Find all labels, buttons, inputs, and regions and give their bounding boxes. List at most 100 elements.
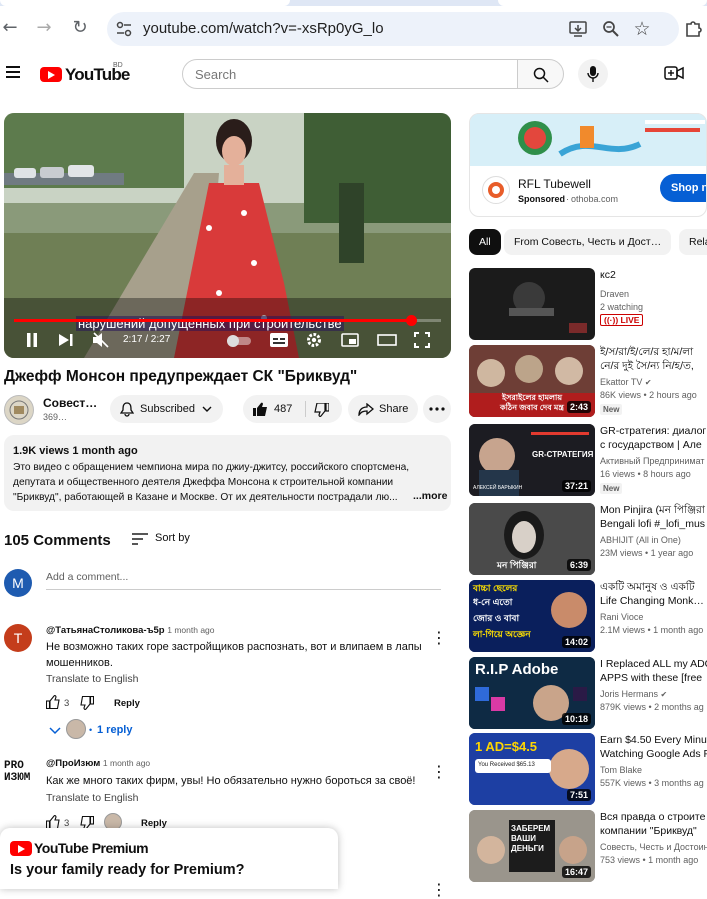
comment-avatar[interactable]: T (4, 624, 32, 652)
ad-banner-image[interactable] (470, 114, 706, 166)
comment-like-icon[interactable] (46, 815, 60, 829)
recommendation-item[interactable]: মন পিঞ্জিরা 6:39 Mon Pinjira (মন পিঞ্জির… (469, 503, 707, 575)
forward-icon[interactable]: → (30, 14, 58, 42)
browser-tab[interactable] (498, 0, 707, 6)
video-thumbnail[interactable]: R.I.P Adobe 10:18 (469, 657, 595, 729)
view-replies-button[interactable]: 1 reply (97, 724, 132, 736)
miniplayer-icon[interactable] (341, 333, 359, 347)
voice-search-button[interactable] (578, 59, 608, 89)
mute-icon[interactable] (92, 332, 110, 348)
comment-like-icon[interactable] (46, 695, 60, 709)
pause-icon[interactable] (26, 333, 38, 347)
dislike-icon[interactable] (314, 403, 329, 417)
subscribed-button[interactable]: Subscribed (110, 395, 223, 423)
recommendation-channel[interactable]: Draven (600, 289, 629, 299)
menu-icon[interactable] (6, 66, 20, 81)
recommendation-title[interactable]: একটি অমানুষ ও একটি Life Changing Monk… (600, 580, 707, 608)
recommendation-item[interactable]: ইসরাইলের হামলায় কঠিন জবাব দেব মন্ত্র 2:… (469, 345, 707, 417)
video-thumbnail[interactable]: 1 AD=$4.5 You Received $65.13 7:51 (469, 733, 595, 805)
active-tab[interactable] (0, 0, 290, 6)
recommendation-title[interactable]: Earn $4.50 Every Minut Watching Google A… (600, 733, 707, 761)
video-thumbnail[interactable]: ইসরাইলের হামলায় কঠিন জবাব দেব মন্ত্র 2:… (469, 345, 595, 417)
channel-label[interactable]: Ekattor TV (600, 377, 642, 387)
youtube-logo[interactable]: YouTube BD (40, 62, 130, 84)
bookmark-star-icon[interactable]: ☆ (632, 20, 652, 39)
recommendation-item[interactable]: ЗАБЕРЕМ ВАШИ ДЕНЬГИ 16:47 Вся правда о с… (469, 810, 707, 882)
channel-label[interactable]: Joris Hermans (600, 689, 658, 699)
recommendation-channel[interactable]: Joris Hermans ✔ (600, 689, 667, 699)
author-handle[interactable]: @ПроИзюм (46, 758, 100, 769)
install-app-icon[interactable] (569, 20, 587, 38)
fullscreen-icon[interactable] (414, 332, 430, 348)
video-thumbnail[interactable]: বাচ্চা ছেলের ধ-নে এতো জোর ও বাবা লা-গিয়… (469, 580, 595, 652)
sponsored-ad-card[interactable]: RFL Tubewell Sponsored · othoba.com Shop… (469, 113, 707, 217)
recommendation-title[interactable]: кс2 (600, 268, 707, 282)
video-thumbnail[interactable]: মন পিঞ্জিরা 6:39 (469, 503, 595, 575)
author-handle[interactable]: @ТатьянаСтоликова-ъ5р (46, 625, 165, 636)
replies-chevron-icon[interactable] (49, 727, 61, 735)
recommendation-channel[interactable]: Совесть, Честь и Достоин (600, 842, 707, 852)
ad-title[interactable]: RFL Tubewell (518, 177, 591, 191)
more-link[interactable]: ...more (413, 490, 447, 502)
recommendation-title[interactable]: I Replaced ALL my ADO APPS with these [f… (600, 657, 707, 685)
chip-related[interactable]: Rela (679, 229, 707, 255)
subtitles-icon[interactable] (270, 333, 288, 347)
reload-icon[interactable]: ↻ (66, 14, 94, 42)
recommendation-item[interactable]: 1 AD=$4.5 You Received $65.13 7:51 Earn … (469, 733, 707, 805)
recommendation-channel[interactable]: ABHIJIT (All in One) (600, 535, 681, 545)
comment-time[interactable]: 1 month ago (167, 625, 214, 635)
translate-link[interactable]: Translate to English (46, 792, 138, 804)
like-count[interactable]: 487 (274, 395, 292, 423)
recommendation-channel[interactable]: Tom Blake (600, 765, 642, 775)
chip-from-channel[interactable]: From Совесть, Честь и Дост… (504, 229, 672, 255)
create-icon[interactable] (664, 65, 684, 81)
premium-promo[interactable]: YouTube Premium Is your family ready for… (0, 828, 338, 889)
comment-author[interactable]: @ТатьянаСтоликова-ъ5р 1 month ago (46, 625, 215, 636)
recommendation-item[interactable]: বাচ্চা ছেলের ধ-নে এতো জোর ও বাবা লা-গিয়… (469, 580, 707, 652)
like-icon[interactable] (253, 402, 268, 416)
zoom-icon[interactable] (602, 20, 620, 38)
address-bar[interactable]: youtube.com/watch?v=-xsRp0yG_lo ☆ (107, 12, 679, 46)
url-text[interactable]: youtube.com/watch?v=-xsRp0yG_lo (143, 20, 384, 37)
video-thumbnail[interactable] (469, 268, 595, 340)
reply-button[interactable]: Reply (114, 698, 140, 709)
video-player[interactable]: нарушений допущенных при строительстве 2… (4, 113, 451, 358)
video-thumbnail[interactable]: ЗАБЕРЕМ ВАШИ ДЕНЬГИ 16:47 (469, 810, 595, 882)
comment-time[interactable]: 1 month ago (103, 758, 150, 768)
recommendation-channel[interactable]: Ekattor TV ✔ (600, 377, 652, 387)
next-icon[interactable] (59, 334, 73, 346)
chip-all[interactable]: All (469, 229, 501, 255)
comment-avatar[interactable]: PRO ИЗЮМ (4, 760, 34, 788)
share-button[interactable]: Share (348, 395, 418, 423)
search-input[interactable]: Search (182, 59, 518, 89)
sort-icon[interactable] (132, 533, 148, 545)
site-info-icon[interactable] (116, 21, 132, 37)
add-comment-input[interactable]: Add a comment... (46, 571, 128, 583)
comment-menu-icon[interactable]: ⋮ (431, 628, 447, 647)
shop-now-button[interactable]: Shop no (660, 174, 706, 202)
sort-by-button[interactable]: Sort by (155, 532, 190, 544)
autoplay-toggle-icon[interactable] (227, 335, 251, 347)
recommendation-title[interactable]: Mon Pinjira (মন পিঞ্জিরা Bengali lofi #_… (600, 503, 707, 531)
description-box[interactable]: 1.9K views 1 month ago Это видео с обращ… (4, 435, 451, 511)
translate-link[interactable]: Translate to English (46, 673, 138, 685)
recommendation-title[interactable]: ই/স/রা/ই/লে/র হা/ম/লা নে/র দুই সৈ/ন্য নি… (600, 345, 707, 373)
theater-mode-icon[interactable] (377, 334, 397, 346)
back-icon[interactable]: ← (0, 14, 24, 42)
comment-author[interactable]: @ПроИзюм 1 month ago (46, 758, 150, 769)
settings-gear-icon[interactable] (306, 332, 322, 348)
more-actions-button[interactable] (423, 395, 451, 423)
recommendation-item[interactable]: GR-СТРАТЕГИЯ АЛЕКСЕЙ БАРЫКИН 37:21 GR-ст… (469, 424, 707, 496)
recommendation-title[interactable]: Вся правда о строите компании "Бриквуд" (600, 810, 707, 838)
recommendation-item[interactable]: R.I.P Adobe 10:18 I Replaced ALL my ADO … (469, 657, 707, 729)
recommendation-channel[interactable]: Активный Предпринимат (600, 456, 705, 466)
progress-bar[interactable] (14, 315, 441, 326)
channel-avatar[interactable] (4, 395, 34, 425)
search-button[interactable] (517, 59, 564, 89)
channel-name[interactable]: Совест… (43, 396, 97, 410)
extensions-icon[interactable] (683, 18, 703, 38)
comment-dislike-icon[interactable] (80, 696, 94, 710)
recommendation-item[interactable]: кс2 Draven 2 watching ((·)) LIVE (469, 268, 707, 340)
comment-menu-icon[interactable]: ⋮ (431, 880, 447, 899)
recommendation-channel[interactable]: Rani Vioce (600, 612, 643, 622)
